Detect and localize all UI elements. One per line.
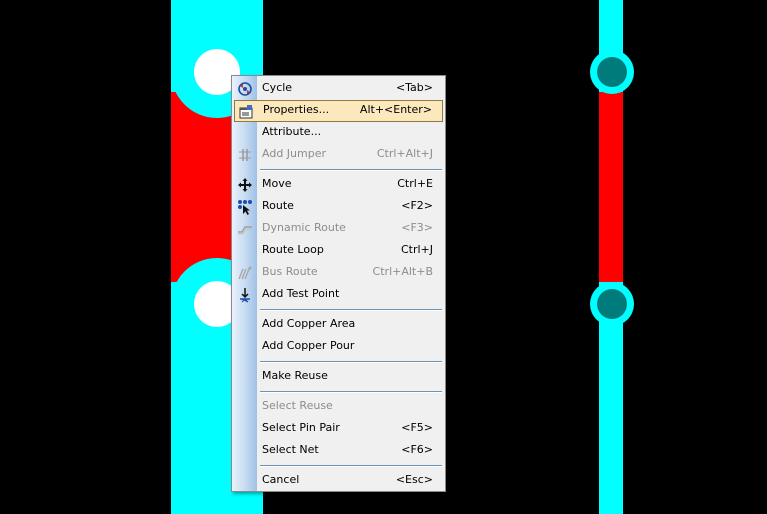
menu-item-move[interactable]: Move Ctrl+E bbox=[234, 174, 443, 196]
menu-item-bus-route[interactable]: Bus Route Ctrl+Alt+B bbox=[234, 262, 443, 284]
menu-item-label: Add Copper Area bbox=[262, 317, 356, 330]
menu-item-add-test-point[interactable]: Add Test Point bbox=[234, 284, 443, 306]
menu-item-cycle[interactable]: Cycle <Tab> bbox=[234, 78, 443, 100]
menu-item-shortcut: <F6> bbox=[401, 443, 433, 456]
menu-item-shortcut: Ctrl+E bbox=[397, 177, 433, 190]
menu-item-label: Select Pin Pair bbox=[262, 421, 340, 434]
menu-item-select-pin-pair[interactable]: Select Pin Pair <F5> bbox=[234, 418, 443, 440]
menu-item-shortcut: <F2> bbox=[401, 199, 433, 212]
menu-item-label: Make Reuse bbox=[262, 369, 328, 382]
menu-item-shortcut: <Tab> bbox=[395, 81, 433, 94]
right-red-segment[interactable] bbox=[599, 92, 623, 282]
menu-item-shortcut: Ctrl+J bbox=[400, 243, 433, 256]
menu-item-shortcut: Ctrl+Alt+B bbox=[372, 265, 433, 278]
menu-item-shortcut: <F3> bbox=[401, 221, 433, 234]
menu-item-label: Add Test Point bbox=[262, 287, 340, 300]
context-menu: Cycle <Tab> Properties... Alt+<Enter> At… bbox=[231, 75, 446, 492]
menu-item-label: Select Net bbox=[262, 443, 319, 456]
menu-item-cancel[interactable]: Cancel <Esc> bbox=[234, 470, 443, 492]
menu-item-label: Cancel bbox=[262, 473, 300, 486]
menu-item-shortcut: Alt+<Enter> bbox=[359, 103, 432, 116]
menu-item-add-jumper[interactable]: Add Jumper Ctrl+Alt+J bbox=[234, 144, 443, 166]
menu-item-label: Dynamic Route bbox=[262, 221, 346, 234]
menu-item-route[interactable]: Route <F2> bbox=[234, 196, 443, 218]
menu-item-shortcut: Ctrl+Alt+J bbox=[376, 147, 433, 160]
menu-item-dynamic-route[interactable]: Dynamic Route <F3> bbox=[234, 218, 443, 240]
menu-item-label: Select Reuse bbox=[262, 399, 333, 412]
menu-item-label: Add Copper Pour bbox=[262, 339, 355, 352]
menu-item-label: Route bbox=[262, 199, 294, 212]
move-icon bbox=[236, 176, 254, 194]
menu-item-attribute[interactable]: Attribute... bbox=[234, 122, 443, 144]
menu-item-add-copper-pour[interactable]: Add Copper Pour bbox=[234, 336, 443, 358]
menu-item-make-reuse[interactable]: Make Reuse bbox=[234, 366, 443, 388]
menu-item-label: Add Jumper bbox=[262, 147, 326, 160]
menu-separator bbox=[260, 391, 442, 393]
menu-separator bbox=[260, 465, 442, 467]
menu-item-label: Bus Route bbox=[262, 265, 318, 278]
menu-item-label: Attribute... bbox=[262, 125, 322, 138]
menu-separator bbox=[260, 361, 442, 363]
menu-item-label: Properties... bbox=[263, 103, 330, 116]
menu-item-label: Route Loop bbox=[262, 243, 324, 256]
menu-separator bbox=[260, 309, 442, 311]
menu-item-add-copper-area[interactable]: Add Copper Area bbox=[234, 314, 443, 336]
menu-item-select-net[interactable]: Select Net <F6> bbox=[234, 440, 443, 462]
dynamic-route-icon bbox=[236, 220, 254, 238]
upper-via[interactable] bbox=[597, 57, 627, 87]
menu-item-properties[interactable]: Properties... Alt+<Enter> bbox=[234, 100, 443, 122]
lower-via[interactable] bbox=[597, 289, 627, 319]
menu-item-shortcut: <Esc> bbox=[395, 473, 433, 486]
left-red-segment[interactable] bbox=[171, 92, 233, 282]
menu-item-shortcut: <F5> bbox=[401, 421, 433, 434]
route-icon bbox=[236, 198, 254, 216]
add-jumper-icon bbox=[236, 146, 254, 164]
properties-icon bbox=[237, 103, 255, 121]
menu-item-select-reuse[interactable]: Select Reuse bbox=[234, 396, 443, 418]
bus-route-icon bbox=[236, 264, 254, 282]
menu-item-label: Cycle bbox=[262, 81, 293, 94]
cycle-icon bbox=[236, 80, 254, 98]
menu-item-route-loop[interactable]: Route Loop Ctrl+J bbox=[234, 240, 443, 262]
test-point-icon bbox=[236, 286, 254, 304]
menu-item-label: Move bbox=[262, 177, 292, 190]
menu-separator bbox=[260, 169, 442, 171]
